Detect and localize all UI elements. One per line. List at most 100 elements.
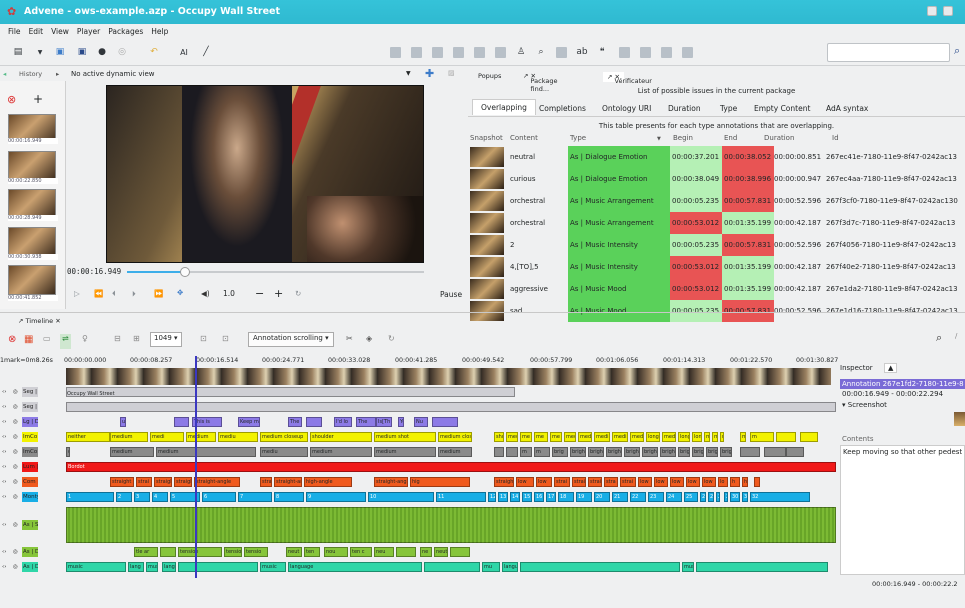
annotation[interactable]: music xyxy=(66,562,126,572)
annotation[interactable]: medium shot xyxy=(374,432,436,442)
annotation[interactable]: nou xyxy=(324,547,348,557)
annotation[interactable]: m xyxy=(534,447,550,457)
track-label[interactable]: ‹› ◎ Lg | Dom xyxy=(0,416,38,428)
annotation[interactable]: straight xyxy=(174,477,192,487)
position-slider[interactable] xyxy=(127,267,424,277)
col-snapshot[interactable]: Snapshot xyxy=(470,134,503,142)
annotation[interactable]: strai xyxy=(620,477,636,487)
find-icon[interactable]: ⌕ xyxy=(533,44,549,60)
annotation[interactable]: bright xyxy=(720,447,732,457)
annotation[interactable]: 1 xyxy=(66,492,114,502)
annotation[interactable]: mediu xyxy=(260,447,308,457)
view-icon-5[interactable] xyxy=(474,47,485,58)
annotation[interactable]: medium xyxy=(438,447,472,457)
annotation[interactable]: long xyxy=(692,432,702,442)
zoom-field[interactable]: 1049 ▾ xyxy=(150,332,182,347)
timeline-tab[interactable]: ↗ Timeline ✕ xyxy=(0,312,965,328)
forward-icon[interactable]: ⏩ xyxy=(154,289,163,298)
tab-popups[interactable]: Popups xyxy=(478,72,501,80)
zoom-out-icon[interactable]: ⊟ xyxy=(114,334,121,349)
track-settings-icon[interactable]: ◎ xyxy=(13,416,18,428)
track-move-icon[interactable]: ‹› xyxy=(2,476,6,488)
annotation[interactable]: ne xyxy=(420,547,432,557)
annotation[interactable]: strai xyxy=(136,477,152,487)
track-move-icon[interactable]: ‹› xyxy=(2,519,6,531)
annotation[interactable]: 31 xyxy=(742,492,748,502)
annotation[interactable]: low xyxy=(686,477,700,487)
track-label[interactable]: ‹› ◎ As | Soun xyxy=(0,519,38,531)
col-begin[interactable]: Begin xyxy=(673,134,693,142)
annotation[interactable]: bright xyxy=(606,447,622,457)
col-content[interactable]: Content xyxy=(510,134,538,142)
annotation[interactable] xyxy=(432,417,458,427)
track-move-icon[interactable]: ‹› xyxy=(2,546,6,558)
track-settings-icon[interactable]: ◎ xyxy=(13,546,18,558)
tab-overlapping[interactable]: Overlapping xyxy=(472,99,536,115)
playhead-cursor[interactable] xyxy=(195,356,197,580)
save-icon[interactable]: ▣ xyxy=(74,44,90,60)
scroll-mode-select[interactable]: Annotation scrolling ▾ xyxy=(248,332,334,347)
annotation[interactable]: bright xyxy=(588,447,604,457)
col-end[interactable]: End xyxy=(724,134,737,142)
annotation[interactable]: 9 xyxy=(306,492,366,502)
tools-icon[interactable]: ✂ xyxy=(346,334,353,349)
person-icon[interactable]: ♙ xyxy=(513,44,529,60)
track-settings-icon[interactable]: ◎ xyxy=(13,519,18,531)
annotation[interactable]: neut xyxy=(286,547,302,557)
annotation[interactable]: shc xyxy=(494,432,504,442)
menu-help[interactable]: Help xyxy=(151,27,168,36)
track-move-icon[interactable]: ‹› xyxy=(2,491,6,503)
refresh-icon[interactable]: ↻ xyxy=(388,334,395,349)
rate-increase-button[interactable]: + xyxy=(274,287,283,300)
annotation[interactable] xyxy=(520,562,680,572)
annotation[interactable]: medium shot xyxy=(506,432,518,442)
disabled-icon[interactable]: ◎ xyxy=(114,44,130,60)
reset-icon[interactable]: ↻ xyxy=(295,289,301,298)
annotation[interactable]: low xyxy=(670,477,684,487)
annotation[interactable]: bright xyxy=(570,447,586,457)
track-label[interactable]: ‹› ◎ ImCo | Im xyxy=(0,446,38,458)
menu-player[interactable]: Player xyxy=(77,27,100,36)
rate-decrease-button[interactable]: − xyxy=(255,287,264,300)
annotation[interactable]: strai xyxy=(554,477,570,487)
menu-view[interactable]: View xyxy=(51,27,69,36)
issue-row[interactable]: curious As | Dialogue Emotion 00:00:38.049… xyxy=(470,168,965,190)
annotation[interactable] xyxy=(396,547,416,557)
menu-file[interactable]: File xyxy=(8,27,21,36)
annotation[interactable]: lo xyxy=(718,477,728,487)
annotation[interactable]: medium xyxy=(310,447,372,457)
annotation[interactable]: medium xyxy=(110,432,148,442)
track-move-icon[interactable]: ‹› xyxy=(2,561,6,573)
layers-icon[interactable]: ◈ xyxy=(366,334,372,349)
annotation[interactable]: medium closeup xyxy=(260,432,308,442)
snapshot-filmstrip[interactable] xyxy=(66,368,831,385)
annotation[interactable]: low xyxy=(516,477,534,487)
undo-icon[interactable]: ↶ xyxy=(146,44,162,60)
annotation[interactable] xyxy=(424,562,480,572)
annotation[interactable]: Keep moving s xyxy=(238,417,260,427)
col-id[interactable]: Id xyxy=(832,134,839,142)
annotation[interactable]: straight-angle xyxy=(274,477,302,487)
issue-row[interactable]: 4,[TO],5 As | Music Intensity 00:00:53.012… xyxy=(470,256,965,278)
annotation[interactable]: bright xyxy=(642,447,658,457)
annotation[interactable]: m xyxy=(740,432,746,442)
annotation[interactable]: shoulder xyxy=(310,432,372,442)
annotation[interactable]: low xyxy=(638,477,652,487)
fullscreen-icon[interactable]: ✥ xyxy=(177,288,183,297)
annotation[interactable]: mediu xyxy=(218,432,258,442)
tab-package-find[interactable]: ↗ Package find... ✕ xyxy=(523,72,557,93)
annotation[interactable] xyxy=(306,417,322,427)
track-move-icon[interactable]: ‹› xyxy=(2,431,6,443)
slider-knob[interactable] xyxy=(180,267,190,277)
annotation[interactable]: stra xyxy=(604,477,618,487)
tab-ontology-uri[interactable]: Ontology URI xyxy=(602,104,651,113)
annotation[interactable]: mediu xyxy=(578,432,592,442)
search-icon[interactable]: ⌕ xyxy=(954,44,960,58)
annotation[interactable] xyxy=(178,562,258,572)
annotation[interactable]: 14 xyxy=(510,492,520,502)
track-label[interactable]: ‹› ◎ ImCo | Fie xyxy=(0,431,38,443)
annotation[interactable]: 15 xyxy=(522,492,532,502)
annotation[interactable] xyxy=(696,562,828,572)
annotation[interactable]: me xyxy=(520,432,532,442)
tab-verificateur[interactable]: ↗ Vérificateur ✕ xyxy=(603,72,652,85)
